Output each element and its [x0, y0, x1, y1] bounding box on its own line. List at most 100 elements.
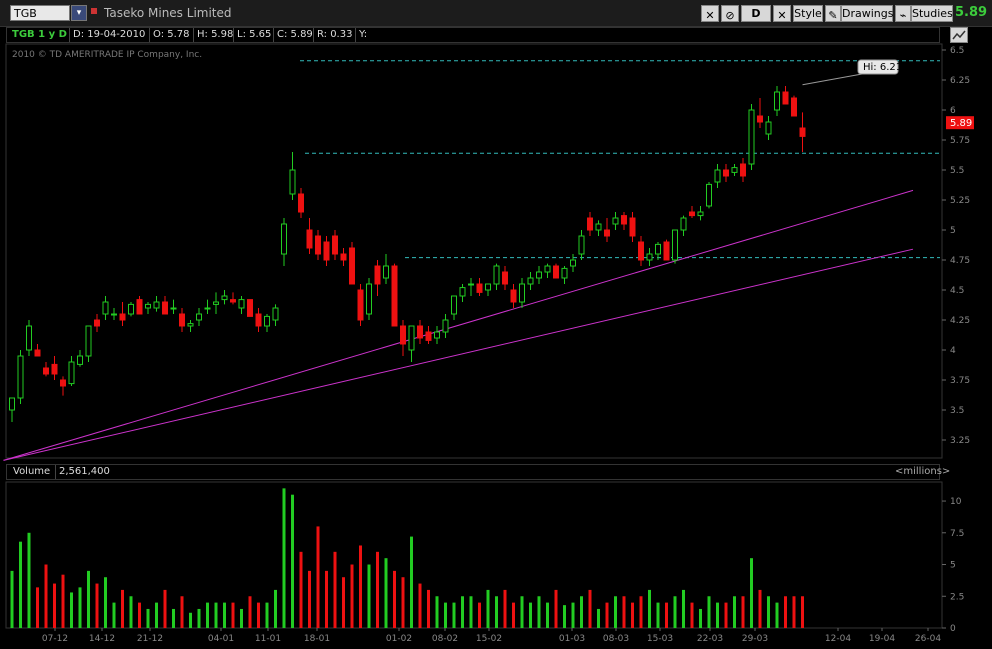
candle-body	[621, 215, 627, 225]
volume-bar	[699, 608, 702, 628]
volume-bar	[112, 602, 116, 628]
price-tick-label: 5.5	[950, 166, 964, 176]
volume-bar	[461, 596, 464, 628]
volume-bar	[673, 596, 677, 628]
candle-body	[782, 91, 789, 105]
price-tick-label: 5	[950, 226, 956, 236]
volume-bar	[299, 551, 303, 628]
volume-bar	[758, 589, 762, 628]
volume-bar	[554, 589, 558, 628]
candle-body	[374, 265, 381, 285]
candle-body	[247, 299, 253, 317]
volume-bar	[384, 558, 388, 628]
candle-body	[502, 271, 508, 285]
volume-bar	[129, 596, 133, 628]
volume-bar	[325, 570, 328, 628]
volume-bar	[792, 596, 796, 628]
volume-bar	[724, 602, 728, 628]
candle-body	[162, 301, 168, 315]
volume-bar	[189, 612, 192, 628]
candle-body	[77, 355, 83, 365]
volume-bar	[767, 596, 770, 628]
volume-bar	[104, 577, 107, 628]
candle-body	[366, 283, 372, 315]
price-chart[interactable]: 6.5 6.25 6 5.75 5.5 5.25 5 4.75 4.5 4.25 4 3.75 3.5 3…	[0, 0, 992, 649]
date-tick-label: 08-03	[603, 634, 629, 644]
volume-bar	[223, 602, 226, 628]
candle-body	[145, 303, 151, 309]
volume-bar	[529, 602, 532, 628]
volume-tick-label: 0	[950, 624, 956, 634]
price-tick-label: 3.5	[950, 406, 964, 416]
volume-bar	[546, 602, 549, 628]
candle-body	[357, 289, 364, 321]
volume-bar	[614, 596, 617, 628]
volume-bar	[427, 589, 430, 628]
candle-body	[17, 355, 24, 399]
volume-bar	[418, 583, 422, 628]
candle-body	[9, 397, 15, 411]
candle-body	[646, 253, 653, 261]
volume-bar	[359, 545, 362, 628]
candle-body	[561, 267, 568, 279]
candle-body	[153, 301, 160, 309]
price-tick-label: 3.75	[950, 376, 970, 386]
volume-tick-label: 7.5	[950, 529, 964, 539]
price-tick-label: 4	[950, 346, 956, 356]
volume-bar	[588, 589, 592, 628]
candle-body	[553, 265, 559, 279]
date-tick-label: 08-02	[432, 634, 458, 644]
volume-bar	[274, 589, 277, 628]
trend-line	[3, 189, 914, 461]
volume-bar	[512, 602, 515, 628]
candle-body	[213, 301, 219, 305]
volume-tick-label: 10	[950, 497, 962, 507]
date-tick-label: 15-02	[476, 634, 502, 644]
volume-bar	[401, 577, 405, 628]
volume-bar	[435, 596, 439, 628]
volume-bar	[486, 589, 490, 628]
volume-bar	[376, 551, 379, 628]
volume-bar	[155, 602, 158, 628]
candle-body	[417, 325, 423, 339]
candle-body	[230, 299, 236, 303]
volume-bar	[61, 574, 65, 628]
candle-body	[485, 283, 491, 291]
candle-body	[697, 211, 704, 217]
volume-bar	[682, 589, 685, 628]
candle-body	[714, 169, 721, 183]
volume-bar	[393, 570, 396, 628]
volume-bar	[257, 602, 260, 628]
volume-bar	[478, 602, 481, 628]
volume-bar	[775, 602, 779, 628]
candle-body	[306, 229, 313, 249]
volume-bar	[44, 564, 48, 628]
volume-bar	[350, 564, 354, 628]
candle-body	[578, 235, 585, 255]
candle-body	[323, 241, 330, 261]
volume-bar	[282, 488, 286, 628]
candle-body	[442, 319, 449, 333]
candle-body	[255, 313, 262, 327]
volume-bar	[172, 608, 175, 628]
candle-body	[536, 271, 542, 279]
candle-body	[425, 331, 432, 341]
candle-body	[383, 265, 389, 279]
candle-body	[468, 283, 474, 286]
volume-bar	[308, 570, 311, 628]
volume-bar	[784, 596, 787, 628]
candle-body	[204, 307, 211, 310]
date-tick-label: 22-03	[697, 634, 723, 644]
candle-body	[570, 259, 576, 267]
volume-bar	[750, 558, 753, 628]
trend-line	[3, 248, 914, 461]
volume-tick-label: 2.5	[950, 592, 964, 602]
high-label: Hi: 6.21	[863, 62, 902, 73]
volume-bar	[180, 596, 184, 628]
candle-body	[757, 115, 763, 123]
volume-bar	[622, 596, 626, 628]
date-tick-label: 15-03	[647, 634, 673, 644]
volume-bar	[36, 587, 39, 628]
volume-bar	[10, 570, 14, 628]
volume-bar	[121, 589, 124, 628]
